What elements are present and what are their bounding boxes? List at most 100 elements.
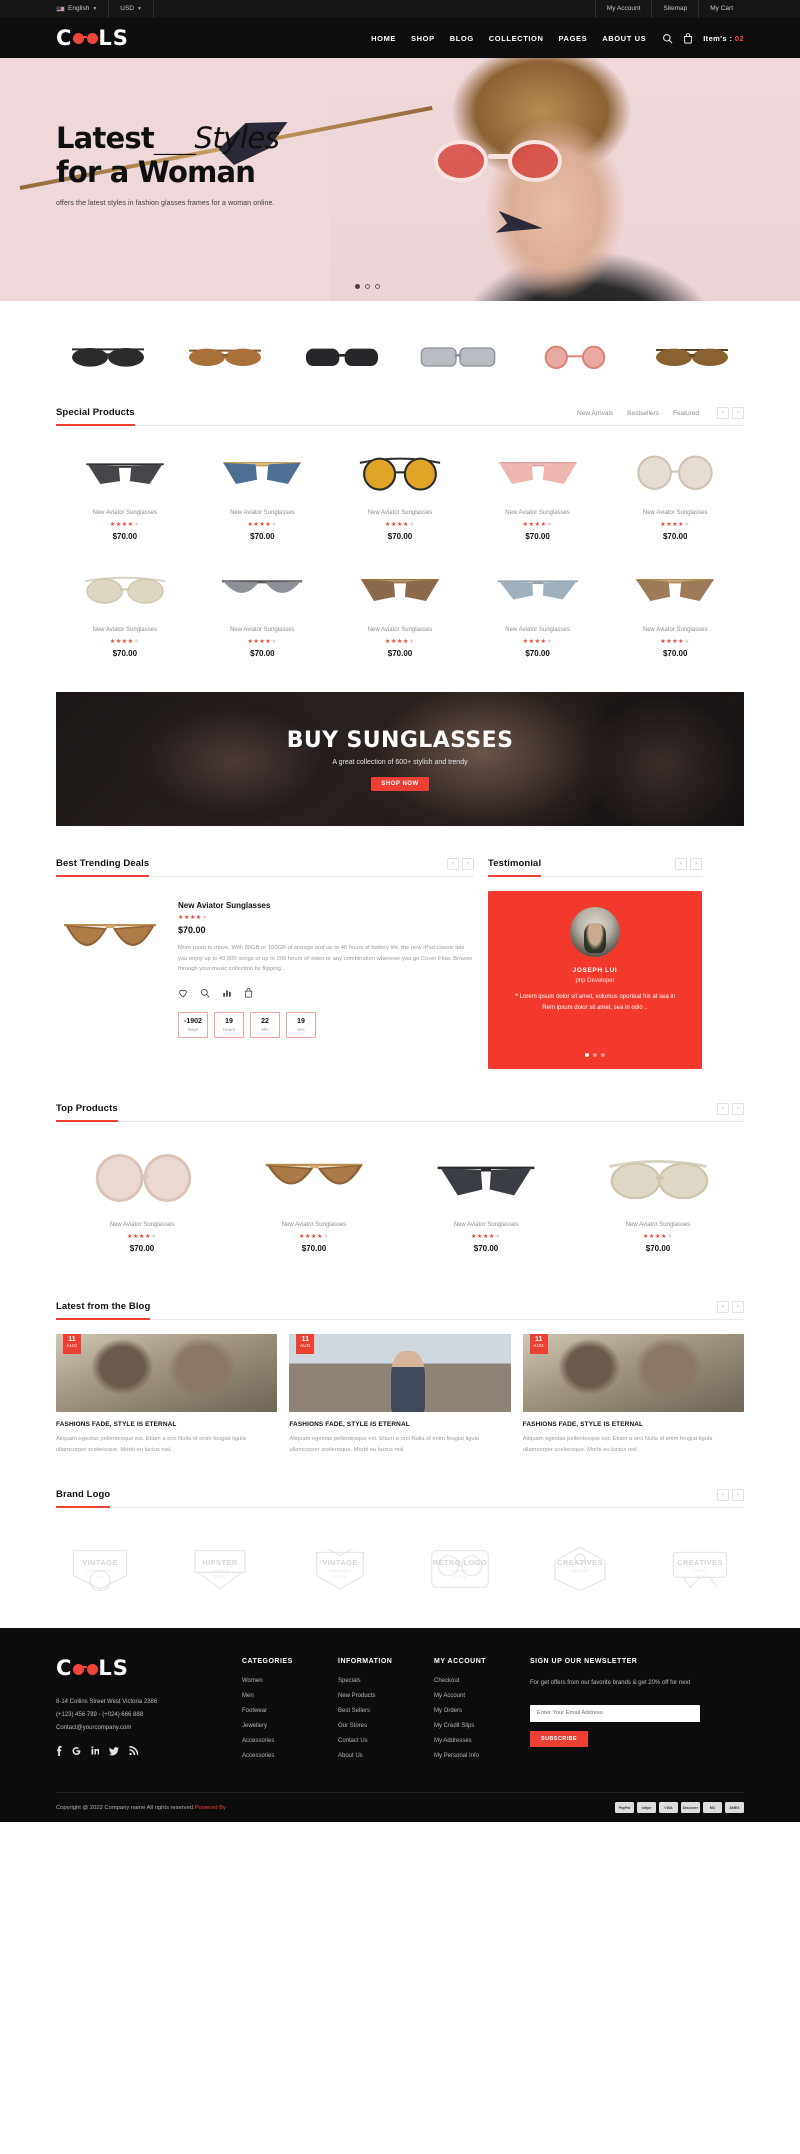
newsletter-email-input[interactable] — [530, 1704, 700, 1722]
carousel-prev-button[interactable]: ‹ — [675, 858, 687, 870]
blog-post-card[interactable]: 11 AUG FASHIONS FADE, STYLE IS ETERNAL A… — [289, 1334, 511, 1455]
link-my-account[interactable]: My Account — [594, 0, 652, 18]
carousel-prev-button[interactable]: ‹ — [717, 1103, 729, 1115]
deal-product-image[interactable] — [56, 901, 164, 979]
footer-link[interactable]: Contact Us — [338, 1738, 434, 1744]
nav-shop[interactable]: SHOP — [411, 34, 435, 43]
glasses-carousel-item[interactable] — [68, 341, 148, 375]
product-card[interactable]: New Aviator Sunglasses ★★★★★ $70.00 — [469, 440, 607, 557]
carousel-next-button[interactable]: › — [732, 1103, 744, 1115]
footer-link[interactable]: Accessories — [242, 1738, 338, 1744]
nav-blog[interactable]: BLOG — [450, 34, 474, 43]
glasses-carousel-item[interactable] — [302, 341, 382, 375]
footer-link[interactable]: Specials — [338, 1678, 434, 1684]
testimonial-dot[interactable] — [593, 1053, 597, 1057]
footer-link[interactable]: New Products — [338, 1693, 434, 1699]
subscribe-button[interactable]: SUBSCRIBE — [530, 1730, 588, 1747]
linkedin-icon[interactable] — [91, 1746, 100, 1758]
product-card[interactable]: New Aviator Sunglasses ★★★★★ $70.00 — [228, 1136, 400, 1267]
glasses-carousel-item[interactable] — [535, 341, 615, 375]
compare-icon[interactable] — [222, 985, 232, 1003]
footer-link[interactable]: Our Stores — [338, 1723, 434, 1729]
carousel-next-button[interactable]: › — [732, 1489, 744, 1502]
twitter-icon[interactable] — [109, 1746, 119, 1758]
shop-now-button[interactable]: SHOP NOW — [371, 776, 429, 791]
glasses-carousel-item[interactable] — [185, 341, 265, 375]
footer-link[interactable]: My Personal Info — [434, 1753, 530, 1759]
footer-link[interactable]: My Credit Slips — [434, 1723, 530, 1729]
footer-link[interactable]: Accessories — [242, 1753, 338, 1759]
hero-dot[interactable] — [355, 284, 360, 289]
hero-dot[interactable] — [365, 284, 370, 289]
product-card[interactable]: New Aviator Sunglasses ★★★★★ $70.00 — [331, 557, 469, 674]
addtocart-icon[interactable] — [244, 985, 253, 1003]
blog-post-card[interactable]: 11 AUG FASHIONS FADE, STYLE IS ETERNAL A… — [56, 1334, 278, 1455]
carousel-next-button[interactable]: › — [462, 858, 474, 870]
footer-link[interactable]: Men — [242, 1693, 338, 1699]
product-card[interactable]: New Aviator Sunglasses ★★★★★ $70.00 — [606, 557, 744, 674]
product-card[interactable]: New Aviator Sunglasses ★★★★★ $70.00 — [331, 440, 469, 557]
quickview-icon[interactable] — [200, 985, 210, 1003]
nav-pages[interactable]: PAGES — [559, 34, 588, 43]
brand-logo-item[interactable]: ·VINTAGE· hipster style EST 1989 — [306, 1544, 374, 1594]
brand-logo-item[interactable]: VINTAGE ESTABLISHED 1989 — [66, 1544, 134, 1594]
cart-icon[interactable] — [683, 32, 693, 44]
facebook-icon[interactable] — [56, 1746, 62, 1758]
carousel-prev-button[interactable]: ‹ — [717, 1301, 729, 1313]
language-selector[interactable]: English ▼ — [56, 0, 110, 18]
tab-bestsellers[interactable]: Bestsellers — [627, 410, 659, 417]
footer-link[interactable]: About Us — [338, 1753, 434, 1759]
carousel-prev-button[interactable]: ‹ — [447, 858, 459, 870]
footer-link[interactable]: My Orders — [434, 1708, 530, 1714]
carousel-next-button[interactable]: › — [732, 407, 744, 419]
footer-link[interactable]: Checkout — [434, 1678, 530, 1684]
footer-link[interactable]: Jewellery — [242, 1723, 338, 1729]
carousel-next-button[interactable]: › — [732, 1301, 744, 1313]
product-card[interactable]: New Aviator Sunglasses ★★★★★ $70.00 — [572, 1136, 744, 1267]
testimonial-dot[interactable] — [585, 1053, 589, 1057]
footer-phone[interactable]: (+123) 456 789 - (+024) 666 888 — [56, 1709, 242, 1722]
logo[interactable]: C LS — [56, 27, 129, 49]
footer-link[interactable]: Women — [242, 1678, 338, 1684]
footer-logo[interactable]: C LS — [56, 1658, 242, 1680]
nav-home[interactable]: HOME — [371, 34, 396, 43]
glasses-carousel-item[interactable] — [652, 341, 732, 375]
wishlist-icon[interactable] — [178, 985, 188, 1003]
tab-new-arrivals[interactable]: New Arrivals — [577, 410, 613, 417]
brand-logo-item[interactable]: HIPSTER PREMIUM QUALITY — [186, 1544, 254, 1594]
tab-featured[interactable]: Featured — [673, 410, 699, 417]
brand-logo-item[interactable]: CREATIVES STUDIO 2018 — [666, 1544, 734, 1594]
cart-label[interactable]: Item's : 02 — [703, 34, 744, 43]
footer-email[interactable]: Contact@yourcompany.com — [56, 1722, 242, 1735]
product-card[interactable]: New Aviator Sunglasses ★★★★★ $70.00 — [469, 557, 607, 674]
product-card[interactable]: New Aviator Sunglasses ★★★★★ $70.00 — [56, 1136, 228, 1267]
link-sitemap[interactable]: Sitemap — [651, 0, 698, 18]
testimonial-dot[interactable] — [601, 1053, 605, 1057]
product-card[interactable]: New Aviator Sunglasses ★★★★★ $70.00 — [400, 1136, 572, 1267]
rss-icon[interactable] — [129, 1746, 139, 1758]
nav-about-us[interactable]: ABOUT US — [602, 34, 646, 43]
carousel-next-button[interactable]: › — [690, 858, 702, 870]
brand-logo-item[interactable]: CREATIVES · DESIGN · — [546, 1544, 614, 1594]
footer-link[interactable]: Best Sellers — [338, 1708, 434, 1714]
footer-link[interactable]: My Addresses — [434, 1738, 530, 1744]
brand-logo-item[interactable]: RETRO LOGO CLASSIC DESIGN — [426, 1544, 494, 1594]
footer-link[interactable]: My Account — [434, 1693, 530, 1699]
product-card[interactable]: New Aviator Sunglasses ★★★★★ $70.00 — [56, 440, 194, 557]
link-my-cart[interactable]: My Cart — [698, 0, 744, 18]
glasses-carousel-item[interactable] — [418, 341, 498, 375]
product-card[interactable]: New Aviator Sunglasses ★★★★★ $70.00 — [194, 440, 332, 557]
google-icon[interactable] — [72, 1746, 81, 1758]
product-card[interactable]: New Aviator Sunglasses ★★★★★ $70.00 — [194, 557, 332, 674]
search-icon[interactable] — [662, 33, 673, 44]
copyright-link[interactable]: Powered By — [195, 1805, 226, 1811]
hero-dot[interactable] — [375, 284, 380, 289]
product-card[interactable]: New Aviator Sunglasses ★★★★★ $70.00 — [606, 440, 744, 557]
footer-link[interactable]: Footwear — [242, 1708, 338, 1714]
carousel-prev-button[interactable]: ‹ — [717, 1489, 729, 1502]
product-card[interactable]: New Aviator Sunglasses ★★★★★ $70.00 — [56, 557, 194, 674]
currency-selector[interactable]: USD ▼ — [109, 0, 154, 18]
blog-post-card[interactable]: 11 AUG FASHIONS FADE, STYLE IS ETERNAL A… — [522, 1334, 744, 1455]
nav-collection[interactable]: COLLECTION — [489, 34, 544, 43]
carousel-prev-button[interactable]: ‹ — [717, 407, 729, 419]
